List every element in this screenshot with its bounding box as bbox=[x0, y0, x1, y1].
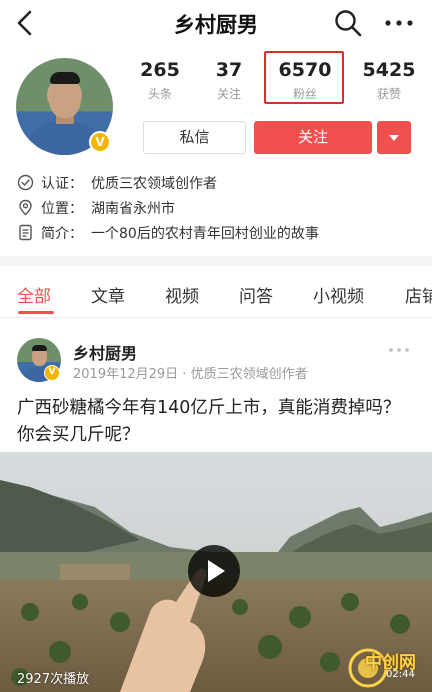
stat-posts-label: 头条 bbox=[147, 87, 172, 101]
post-more-button[interactable] bbox=[387, 342, 411, 358]
more-dots-icon bbox=[385, 20, 413, 26]
tab-videos[interactable]: 视频 bbox=[165, 282, 199, 307]
stat-following-value: 37 bbox=[215, 59, 243, 81]
follow-button[interactable]: 关注 bbox=[254, 121, 372, 154]
info-location-key: 位置： bbox=[41, 201, 83, 217]
play-icon bbox=[208, 560, 225, 582]
tab-short-videos[interactable]: 小视频 bbox=[313, 282, 364, 307]
tab-articles[interactable]: 文章 bbox=[91, 282, 125, 307]
tab-shop[interactable]: 店铺 bbox=[405, 282, 432, 307]
page-title: 乡村厨男 bbox=[174, 13, 258, 37]
post-meta: 2019年12月29日 · 优质三农领域创作者 bbox=[73, 367, 308, 382]
video-duration: 02:44 bbox=[386, 669, 415, 680]
video-player[interactable]: 2927次播放 中创网 02:44 bbox=[0, 452, 432, 692]
stat-likes-label: 获赞 bbox=[376, 87, 401, 101]
location-pin-icon bbox=[19, 199, 32, 216]
search-button[interactable] bbox=[332, 7, 364, 39]
search-icon bbox=[335, 10, 362, 37]
more-button[interactable] bbox=[382, 7, 416, 39]
document-icon bbox=[19, 224, 32, 241]
stat-posts-value: 265 bbox=[140, 59, 180, 81]
play-button[interactable] bbox=[188, 545, 240, 597]
play-count: 2927次播放 bbox=[17, 672, 90, 687]
top-bar: 乡村厨男 bbox=[0, 0, 432, 46]
active-tab-indicator bbox=[18, 311, 54, 314]
post-author-name[interactable]: 乡村厨男 bbox=[73, 340, 137, 364]
tab-all[interactable]: 全部 bbox=[17, 282, 51, 307]
post-verified-badge-icon: V bbox=[44, 365, 60, 381]
verified-icon bbox=[17, 174, 34, 191]
info-bio-key: 简介： bbox=[41, 226, 83, 242]
info-certification-key: 认证： bbox=[41, 176, 83, 192]
stat-following[interactable]: 37 关注 bbox=[207, 58, 251, 102]
follow-dropdown-button[interactable] bbox=[377, 121, 411, 154]
stat-posts[interactable]: 265 头条 bbox=[135, 58, 185, 102]
stat-likes[interactable]: 5425 获赞 bbox=[360, 58, 418, 102]
caret-down-icon bbox=[389, 135, 399, 141]
info-certification-value: 优质三农领域创作者 bbox=[91, 176, 217, 192]
fans-highlight-box bbox=[264, 51, 344, 104]
info-bio-value: 一个80后的农村青年回村创业的故事 bbox=[91, 226, 319, 242]
content-tabs: 全部 文章 视频 问答 小视频 店铺 bbox=[0, 266, 432, 318]
stat-following-label: 关注 bbox=[216, 87, 241, 101]
message-button[interactable]: 私信 bbox=[143, 121, 246, 154]
post-title[interactable]: 广西砂糖橘今年有140亿斤上市，真能消费掉吗？你会买几斤呢？ bbox=[17, 395, 417, 449]
info-location-value: 湖南省永州市 bbox=[91, 201, 175, 217]
verified-badge-icon: V bbox=[89, 131, 111, 153]
tab-qa[interactable]: 问答 bbox=[239, 282, 273, 307]
more-dots-icon bbox=[389, 348, 409, 352]
section-divider bbox=[0, 256, 432, 266]
stat-likes-value: 5425 bbox=[362, 59, 416, 81]
